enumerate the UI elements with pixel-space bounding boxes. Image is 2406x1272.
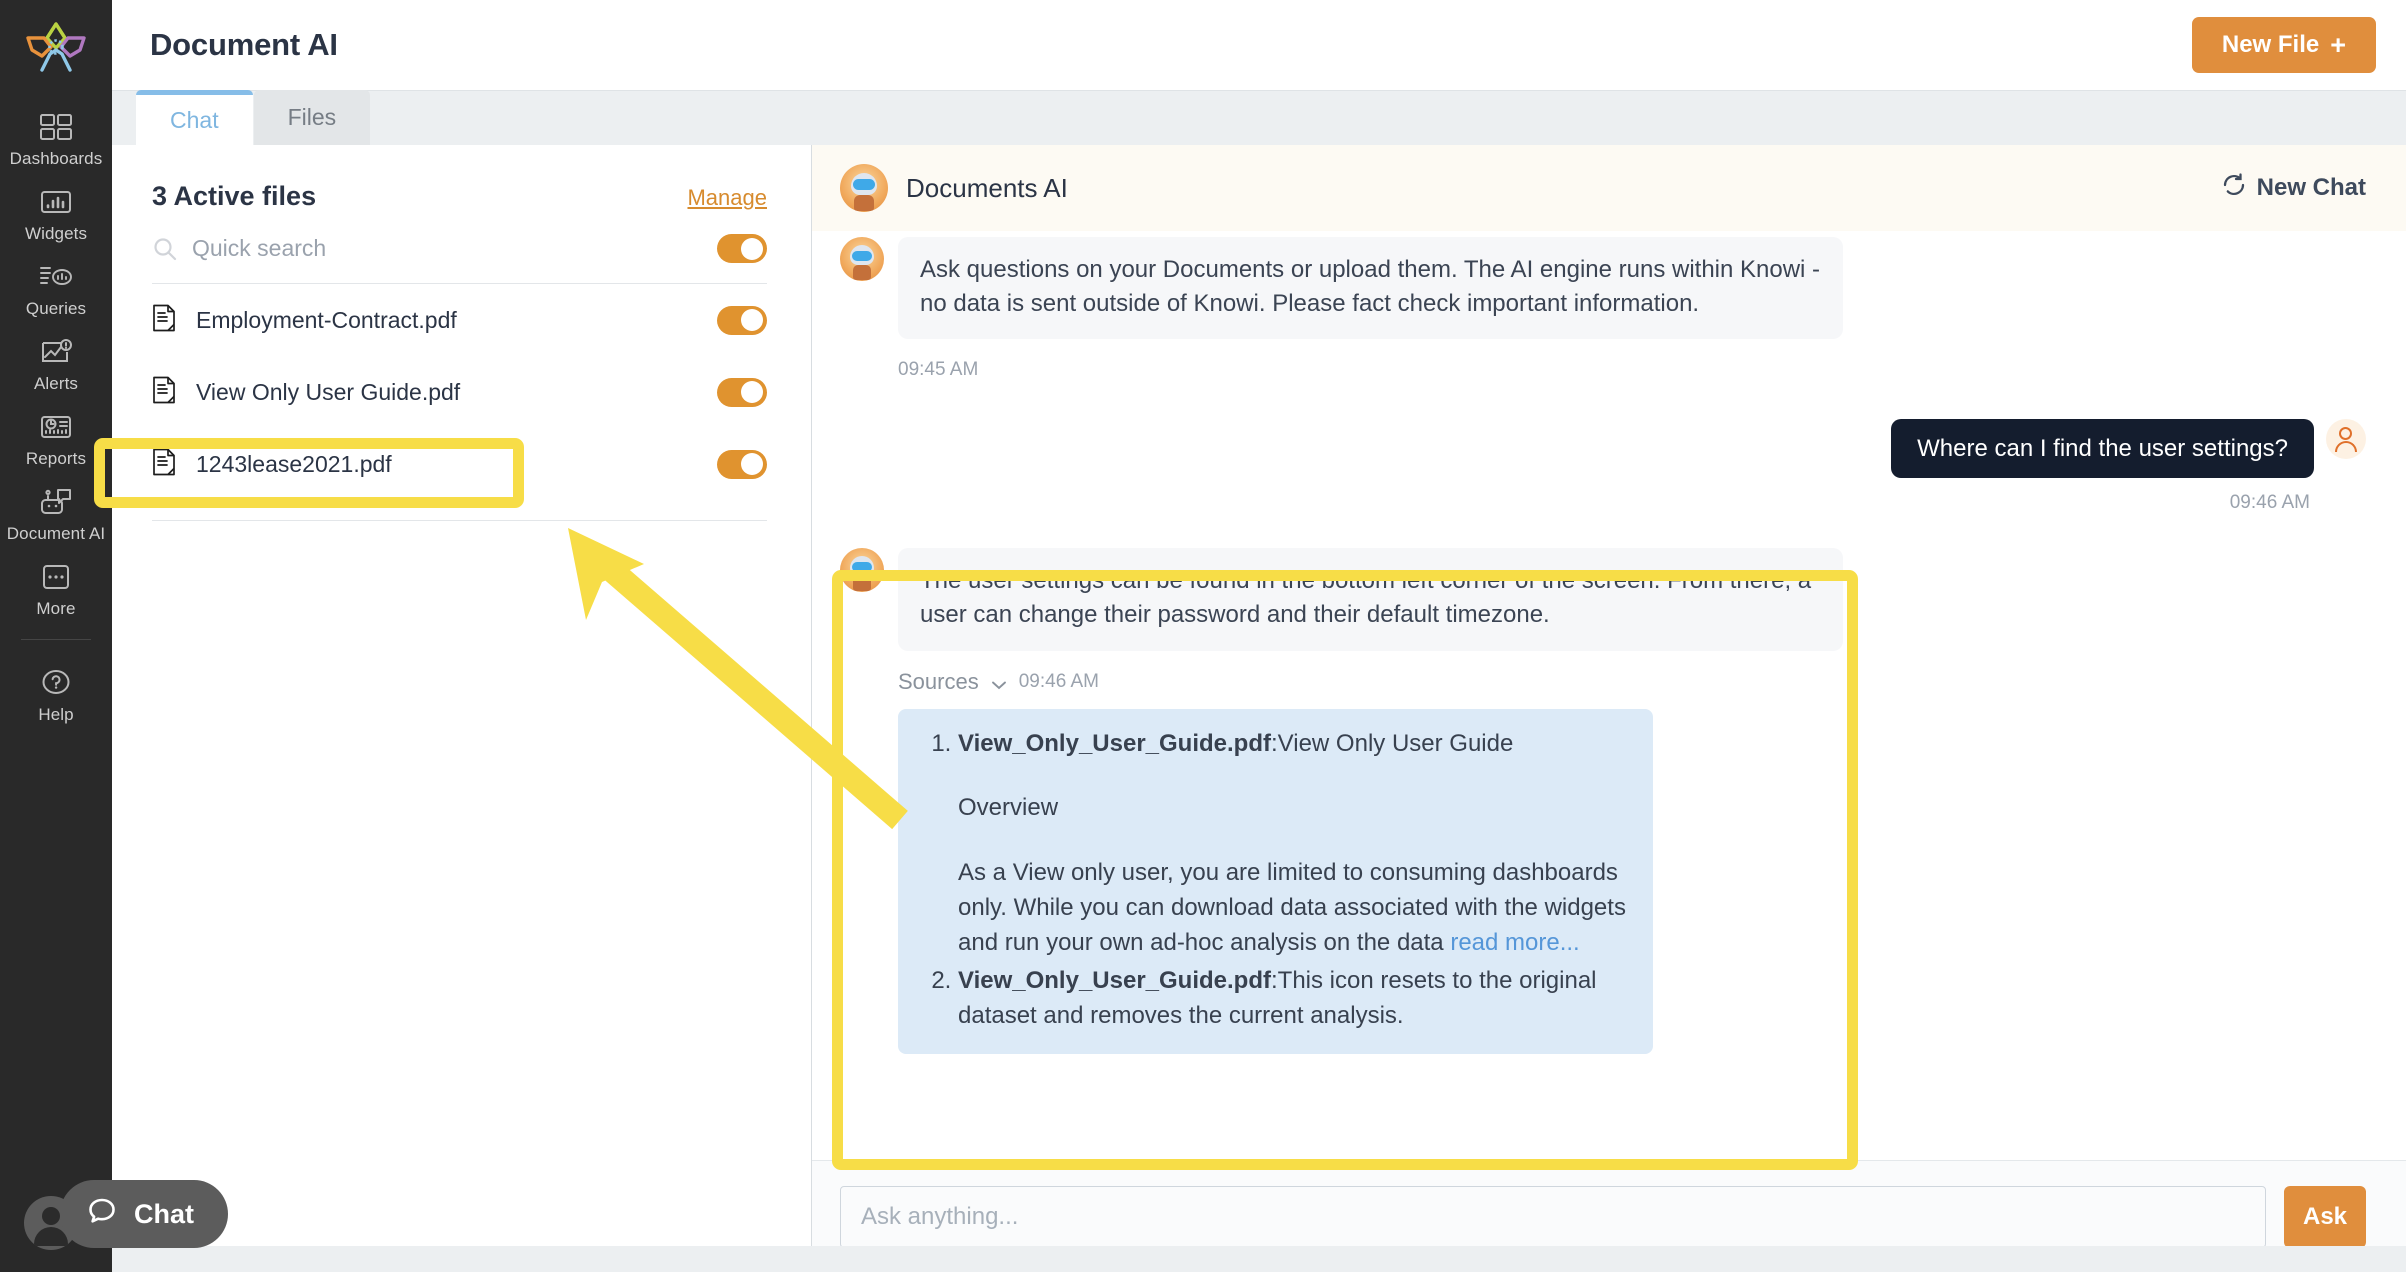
ask-button[interactable]: Ask xyxy=(2284,1185,2366,1248)
sidebar-label: Widgets xyxy=(24,224,88,243)
new-file-button[interactable]: New File + xyxy=(2191,17,2376,73)
manage-link[interactable]: Manage xyxy=(687,185,767,211)
quick-search-row xyxy=(112,212,811,263)
message-text: The user settings can be found in the bo… xyxy=(898,548,1843,651)
source-snippet-head: View Only User Guide xyxy=(1277,729,1514,757)
chat-header: Documents AI New Chat xyxy=(812,145,2406,231)
file-toggle[interactable] xyxy=(717,377,767,407)
primary-sidebar: Dashboards Widgets Queries Alerts Report… xyxy=(0,0,112,1272)
sidebar-item-more[interactable]: More xyxy=(0,550,112,625)
alert-icon xyxy=(36,335,76,369)
sidebar-item-help[interactable]: Help xyxy=(0,656,112,731)
grid-icon xyxy=(36,110,76,144)
sidebar-divider xyxy=(21,639,91,640)
document-icon xyxy=(152,448,180,480)
file-toggle[interactable] xyxy=(717,305,767,335)
new-file-label: New File xyxy=(2221,31,2320,58)
files-panel: 3 Active files Manage Quick search Emplo… xyxy=(112,145,812,1272)
report-icon xyxy=(36,410,76,444)
refresh-icon xyxy=(2221,172,2247,205)
tab-chat[interactable]: Chat xyxy=(136,90,253,145)
plus-icon: + xyxy=(2330,29,2346,60)
tab-bar: Chat Files xyxy=(112,90,2406,145)
files-divider xyxy=(152,520,767,521)
sources-timestamp: 09:46 AM xyxy=(1018,670,1099,692)
sidebar-label: Queries xyxy=(25,299,87,318)
message-text: Where can I find the user settings? xyxy=(1891,419,2314,479)
sidebar-item-queries[interactable]: Queries xyxy=(0,250,112,325)
knowi-logo[interactable] xyxy=(20,16,92,78)
message-timestamp: 09:46 AM xyxy=(2229,492,2310,514)
document-icon xyxy=(152,304,180,336)
sidebar-item-dashboards[interactable]: Dashboards xyxy=(0,100,112,175)
sources-toggle[interactable]: Sources 09:46 AM xyxy=(898,669,1843,695)
file-name: View Only User Guide.pdf xyxy=(196,378,461,405)
message-assistant-answer: The user settings can be found in the bo… xyxy=(840,548,2366,1055)
chevron-down-icon xyxy=(991,677,1007,689)
message-text: Ask questions on your Documents or uploa… xyxy=(898,237,1843,340)
sidebar-label: More xyxy=(36,599,76,618)
main-area: Document AI New File + Chat Files 3 Acti… xyxy=(112,0,2406,1272)
query-icon xyxy=(36,260,76,294)
source-snippet-mid: Overview xyxy=(958,794,1059,822)
sidebar-item-document-ai[interactable]: Document AI xyxy=(0,475,112,550)
sources-label: Sources xyxy=(898,668,979,694)
message-timestamp: 09:45 AM xyxy=(898,359,979,381)
robot-icon xyxy=(36,485,76,519)
chat-title: Documents AI xyxy=(906,172,1068,203)
message-user: Where can I find the user settings? xyxy=(840,419,2366,479)
source-item: View_Only_User_Guide.pdf:This icon reset… xyxy=(958,964,1627,1034)
source-file-name: View_Only_User_Guide.pdf xyxy=(958,967,1271,995)
application-window: Dashboards Widgets Queries Alerts Report… xyxy=(0,0,2406,1272)
chat-panel: Documents AI New Chat Ask questions on y… xyxy=(812,145,2406,1272)
bottom-strip xyxy=(112,1246,2406,1272)
chat-widget-label: Chat xyxy=(134,1198,194,1229)
bot-avatar xyxy=(840,548,884,593)
file-row[interactable]: Employment-Contract.pdf xyxy=(112,284,811,356)
page-title: Document AI xyxy=(150,27,338,62)
file-name: 1243lease2021.pdf xyxy=(196,450,392,477)
bar-chart-icon xyxy=(36,185,76,219)
chat-widget-button[interactable]: Chat xyxy=(60,1180,228,1248)
chat-messages[interactable]: Ask questions on your Documents or uploa… xyxy=(812,231,2406,1160)
document-icon xyxy=(152,376,180,408)
question-circle-icon xyxy=(36,666,76,700)
sidebar-item-reports[interactable]: Reports xyxy=(0,400,112,475)
sidebar-label: Alerts xyxy=(33,374,79,393)
sidebar-item-alerts[interactable]: Alerts xyxy=(0,325,112,400)
bot-avatar xyxy=(840,237,884,281)
read-more-link[interactable]: read more... xyxy=(1450,929,1579,956)
user-avatar xyxy=(2326,419,2366,460)
source-file-name: View_Only_User_Guide.pdf xyxy=(958,729,1271,757)
workspace: 3 Active files Manage Quick search Emplo… xyxy=(112,145,2406,1272)
file-toggle[interactable] xyxy=(717,449,767,479)
file-row[interactable]: View Only User Guide.pdf xyxy=(112,356,811,428)
message-assistant-intro: Ask questions on your Documents or uploa… xyxy=(840,237,2366,340)
chat-bubble-icon xyxy=(86,1195,118,1234)
source-item: View_Only_User_Guide.pdf:View Only User … xyxy=(958,727,1627,961)
files-panel-header: 3 Active files Manage xyxy=(112,145,811,212)
file-name: Employment-Contract.pdf xyxy=(196,306,457,333)
ask-input[interactable] xyxy=(840,1185,2266,1248)
ellipsis-icon xyxy=(36,560,76,594)
new-chat-button[interactable]: New Chat xyxy=(2221,172,2366,205)
sidebar-item-widgets[interactable]: Widgets xyxy=(0,175,112,250)
new-chat-label: New Chat xyxy=(2256,174,2366,201)
search-icon xyxy=(152,236,178,262)
master-files-toggle[interactable] xyxy=(717,234,767,263)
top-bar: Document AI New File + xyxy=(112,0,2406,90)
tab-files[interactable]: Files xyxy=(253,90,371,145)
sidebar-label: Document AI xyxy=(6,524,106,543)
active-files-count: 3 Active files xyxy=(152,181,317,211)
sidebar-label: Dashboards xyxy=(9,149,103,168)
sidebar-label: Help xyxy=(38,705,74,724)
bot-avatar xyxy=(840,164,888,212)
sidebar-label: Reports xyxy=(25,449,87,468)
file-row[interactable]: 1243lease2021.pdf xyxy=(112,428,811,500)
sources-list: View_Only_User_Guide.pdf:View Only User … xyxy=(898,708,1653,1055)
search-input[interactable] xyxy=(192,235,703,262)
